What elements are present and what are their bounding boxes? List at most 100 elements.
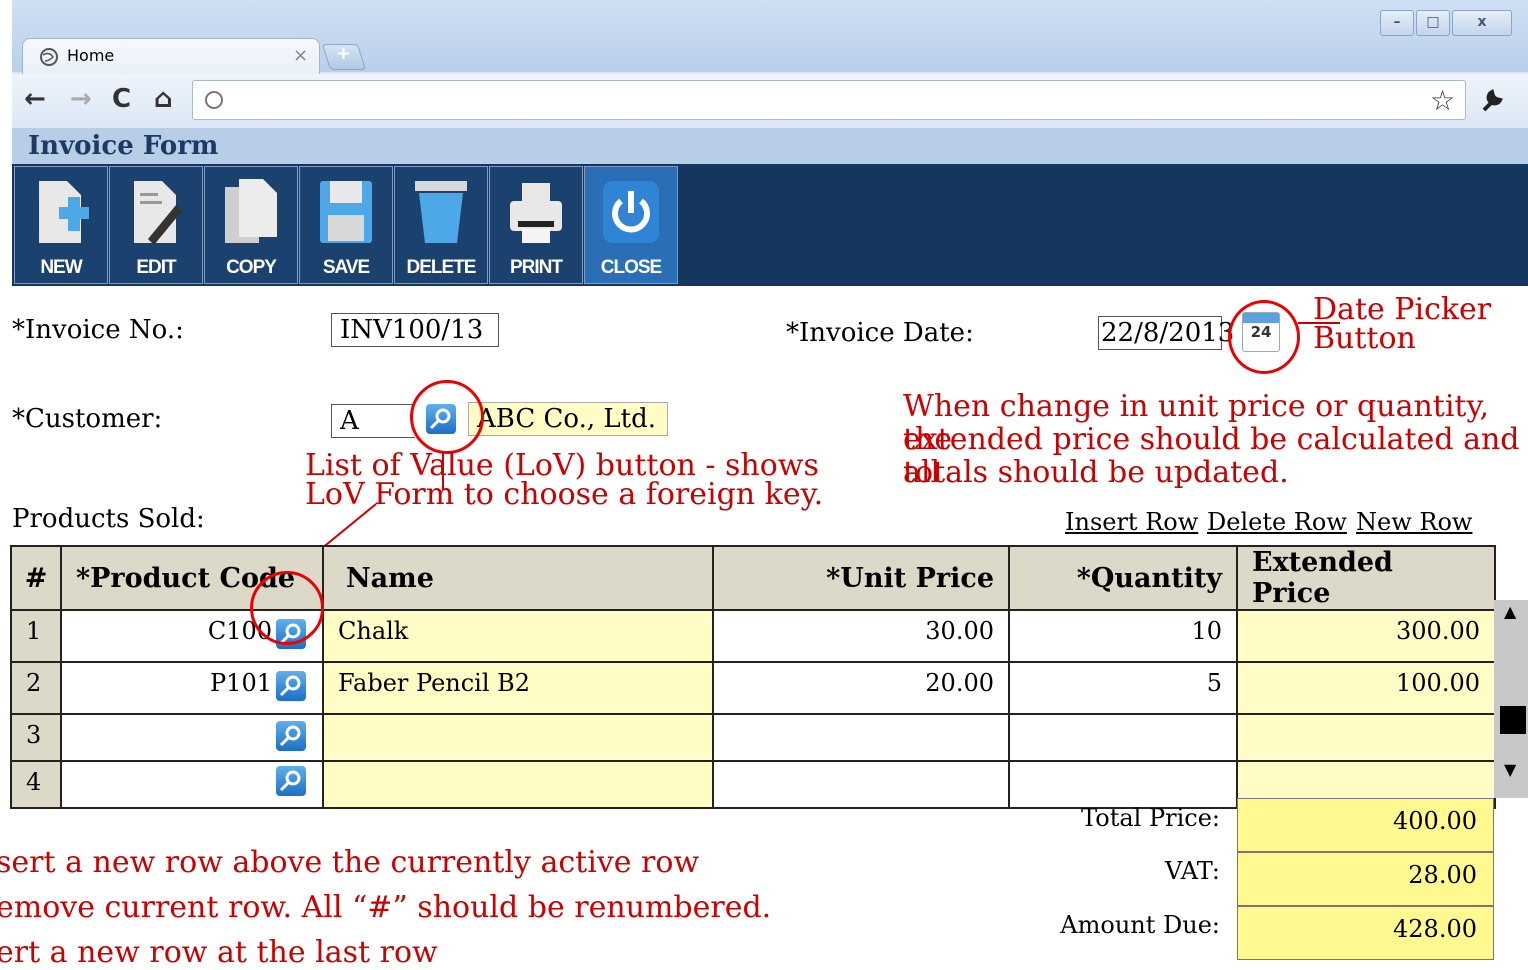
col-unit-price-header: *Unit Price <box>712 545 1010 611</box>
reload-icon[interactable]: C <box>112 84 131 114</box>
print-button-label: PRINT <box>510 257 563 278</box>
insert-row-link[interactable]: Insert Row <box>1065 508 1198 536</box>
edit-button-label: EDIT <box>136 257 176 278</box>
table-row[interactable]: 1 C100 Chalk 30.00 10 300.00 <box>10 609 1496 663</box>
row-number: 1 <box>10 609 62 663</box>
invoice-date-field[interactable]: 22/8/2013 <box>1098 316 1234 350</box>
product-code-value: P101 <box>210 669 272 697</box>
new-tab-plus-icon: + <box>336 43 352 64</box>
products-table: # *Product Code Name *Unit Price *Quanti… <box>10 545 1496 809</box>
extended-price-cell: 300.00 <box>1236 609 1496 663</box>
row-number: 2 <box>10 661 62 715</box>
unit-price-cell[interactable] <box>712 713 1010 762</box>
amount-due-label: Amount Due: <box>1060 911 1220 939</box>
tab-close-icon[interactable]: × <box>293 45 308 66</box>
address-bar[interactable] <box>192 80 1466 120</box>
quantity-cell[interactable]: 5 <box>1008 661 1238 715</box>
globe-icon <box>40 48 58 66</box>
scroll-down-icon[interactable]: ▼ <box>1504 760 1516 779</box>
products-sold-label: Products Sold: <box>12 504 205 534</box>
print-button[interactable]: PRINT <box>489 166 583 284</box>
col-quantity-header: *Quantity <box>1008 545 1238 611</box>
quantity-cell[interactable] <box>1008 713 1238 762</box>
table-row[interactable]: 3 <box>10 713 1496 762</box>
row-number: 4 <box>10 760 62 809</box>
new-button[interactable]: NEW <box>14 166 108 284</box>
table-scrollbar[interactable]: ▲ ▼ <box>1494 600 1528 798</box>
form-title: Invoice Form <box>28 131 219 161</box>
lov-highlight <box>410 380 484 454</box>
product-name-cell <box>322 713 714 762</box>
new-button-label: NEW <box>40 257 82 278</box>
search-lov-icon <box>279 770 301 792</box>
edit-button[interactable]: EDIT <box>109 166 203 284</box>
edit-pencil-icon <box>134 181 182 245</box>
form-title-bar <box>12 128 1528 164</box>
customer-code-field[interactable]: A <box>331 404 415 438</box>
copy-icon <box>225 179 277 243</box>
customer-label: *Customer: <box>12 404 163 434</box>
tab-title: Home <box>67 46 115 65</box>
unit-price-cell[interactable] <box>712 760 1010 809</box>
save-button[interactable]: SAVE <box>299 166 393 284</box>
table-row[interactable]: 2 P101 Faber Pencil B2 20.00 5 100.00 <box>10 661 1496 715</box>
date-picker-highlight <box>1228 300 1300 374</box>
save-button-label: SAVE <box>322 257 370 278</box>
product-lov-button[interactable] <box>276 766 306 796</box>
col-num-header: # <box>10 545 62 611</box>
date-picker-annotation-line2: Button <box>1313 321 1416 356</box>
product-code-cell[interactable] <box>60 713 324 762</box>
invoice-no-label: *Invoice No.: <box>12 315 184 345</box>
invoice-date-label: *Invoice Date: <box>786 318 974 348</box>
amount-due-value: 428.00 <box>1237 906 1494 960</box>
minimize-button[interactable]: – <box>1380 10 1414 36</box>
customer-name-field: ABC Co., Ltd. <box>468 402 668 436</box>
delete-row-link[interactable]: Delete Row <box>1207 508 1347 536</box>
scroll-thumb[interactable] <box>1500 706 1526 734</box>
calc-annotation-line3: totals should be updated. <box>903 455 1289 490</box>
col-extended-price-header: Extended Price <box>1236 545 1496 611</box>
browser-tab[interactable]: Home × <box>22 38 320 75</box>
home-icon[interactable]: ⌂ <box>154 84 173 114</box>
wrench-icon[interactable] <box>1478 86 1506 114</box>
scroll-up-icon[interactable]: ▲ <box>1504 602 1516 621</box>
close-window-button[interactable]: x <box>1452 10 1512 36</box>
product-name-cell: Faber Pencil B2 <box>322 661 714 715</box>
search-lov-icon <box>279 675 301 697</box>
product-code-cell[interactable]: P101 <box>60 661 324 715</box>
trash-bin-icon <box>415 181 467 243</box>
delete-row-annotation: emove current row. All “#” should be ren… <box>0 890 772 925</box>
unit-price-cell[interactable]: 20.00 <box>712 661 1010 715</box>
product-name-cell <box>322 760 714 809</box>
table-header-row: # *Product Code Name *Unit Price *Quanti… <box>10 545 1496 611</box>
delete-button[interactable]: DELETE <box>394 166 488 284</box>
delete-button-label: DELETE <box>406 257 477 278</box>
bookmark-star-icon[interactable]: ☆ <box>1430 84 1455 117</box>
product-lov-button[interactable] <box>276 671 306 701</box>
maximize-button[interactable]: □ <box>1416 10 1450 36</box>
vat-label: VAT: <box>1165 857 1220 885</box>
new-row-link[interactable]: New Row <box>1356 508 1472 536</box>
product-code-cell[interactable] <box>60 760 324 809</box>
printer-icon <box>510 183 562 243</box>
copy-button-label: COPY <box>226 257 277 278</box>
back-icon[interactable]: ← <box>24 84 46 114</box>
invoice-no-field[interactable]: INV100/13 <box>331 313 499 347</box>
new-document-icon <box>39 181 89 243</box>
forward-icon[interactable]: → <box>70 84 92 114</box>
unit-price-cell[interactable]: 30.00 <box>712 609 1010 663</box>
floppy-disk-icon <box>320 181 372 243</box>
product-lov-highlight <box>250 571 324 645</box>
quantity-cell[interactable]: 10 <box>1008 609 1238 663</box>
total-price-value: 400.00 <box>1237 798 1494 852</box>
close-button-label: CLOSE <box>600 257 662 278</box>
product-lov-button[interactable] <box>276 721 306 751</box>
col-name-header: Name <box>322 545 714 611</box>
copy-button[interactable]: COPY <box>204 166 298 284</box>
extended-price-cell <box>1236 713 1496 762</box>
close-button[interactable]: CLOSE <box>584 166 678 284</box>
quantity-cell[interactable] <box>1008 760 1238 809</box>
search-lov-icon <box>279 725 301 747</box>
page-icon <box>205 91 223 109</box>
insert-row-annotation: sert a new row above the currently activ… <box>0 845 700 880</box>
